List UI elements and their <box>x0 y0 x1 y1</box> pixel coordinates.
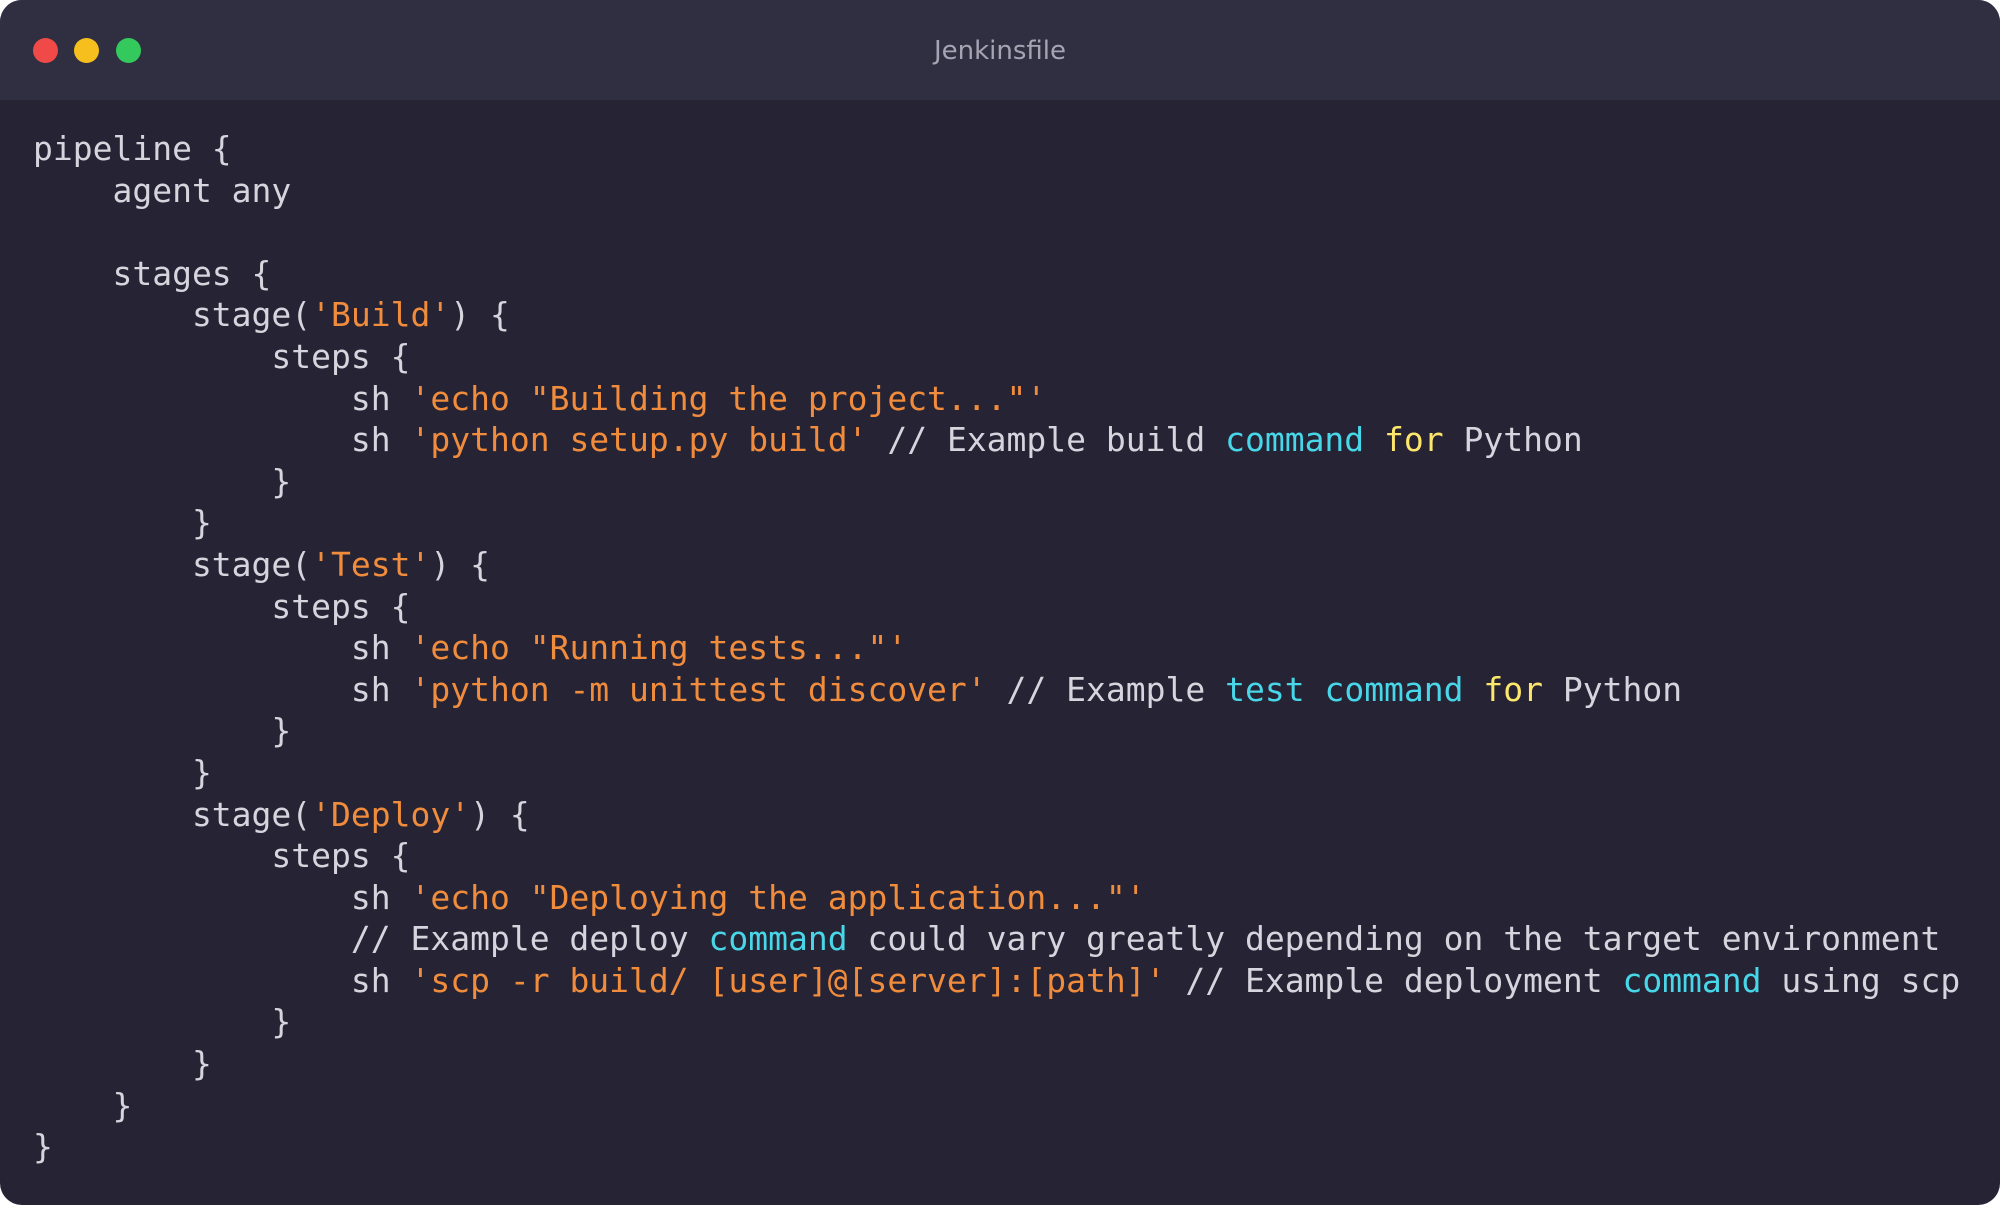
code-line: sh 'echo "Deploying the application..."' <box>33 877 1960 919</box>
code-text: // Example <box>986 669 1226 709</box>
code-text: } <box>33 1085 133 1125</box>
code-line: stage('Deploy') { <box>33 794 1960 836</box>
code-text: sh <box>33 378 411 418</box>
code-line: pipeline { <box>33 128 1960 170</box>
code-text: pipeline { <box>33 129 232 168</box>
code-text: stage( <box>33 295 312 335</box>
window-title: Jenkinsfile <box>933 36 1067 66</box>
code-line: sh 'echo "Running tests..."' <box>33 627 1960 669</box>
code-text: // Example deployment <box>1165 960 1623 1000</box>
code-string: 'Test' <box>311 544 431 584</box>
code-text: using scp <box>1761 960 1961 1000</box>
code-line: // Example deploy command could vary gre… <box>33 918 1960 960</box>
code-text: sh <box>33 669 411 709</box>
code-line: } <box>33 1085 1960 1127</box>
code-text: stage( <box>33 544 312 584</box>
code-text: steps { <box>33 836 411 876</box>
code-text: ) { <box>450 295 510 335</box>
code-text: sh <box>33 420 411 460</box>
code-line: steps { <box>33 586 1960 628</box>
code-text: } <box>33 1044 212 1084</box>
code-line: agent any <box>33 170 1960 212</box>
code-text: sh <box>33 628 411 668</box>
code-text: } <box>33 711 292 751</box>
code-text: sh <box>33 877 411 917</box>
code-keyword: command <box>708 919 848 959</box>
code-text: sh <box>33 960 411 1000</box>
code-string: 'python -m unittest discover' <box>410 669 987 709</box>
code-text: stage( <box>33 794 312 834</box>
code-keyword: command <box>1225 420 1365 460</box>
code-text: } <box>33 461 292 501</box>
code-text: } <box>33 503 212 543</box>
code-keyword: for <box>1483 669 1544 709</box>
code-text: ) { <box>430 544 490 584</box>
code-string: 'echo "Running tests..."' <box>410 628 908 668</box>
code-text: Python <box>1543 669 1683 709</box>
code-text: } <box>33 1127 53 1167</box>
code-line: sh 'python -m unittest discover' // Exam… <box>33 669 1960 711</box>
code-line: } <box>33 461 1960 503</box>
code-keyword: command <box>1324 669 1464 709</box>
code-window: Jenkinsfile pipeline { agent any stages … <box>0 0 2000 1205</box>
code-text: // Example build <box>867 420 1226 460</box>
code-string: 'echo "Deploying the application..."' <box>410 877 1146 917</box>
code-line: } <box>33 1001 1960 1043</box>
code-line: stages { <box>33 253 1960 295</box>
code-string: 'scp -r build/ [user]@[server]:[path]' <box>410 960 1166 1000</box>
code-keyword: test <box>1225 669 1305 709</box>
code-text: Python <box>1443 420 1583 460</box>
code-line: } <box>33 1043 1960 1085</box>
code-line: sh 'scp -r build/ [user]@[server]:[path]… <box>33 960 1960 1002</box>
code-text: stages { <box>33 253 272 293</box>
code-line: } <box>33 752 1960 794</box>
code-line: stage('Build') { <box>33 294 1960 336</box>
code-text: // Example deploy <box>33 919 709 959</box>
code-line: steps { <box>33 835 1960 877</box>
code-text: could vary greatly depending on the targ… <box>847 919 1941 959</box>
code-line: } <box>33 710 1960 752</box>
code-line: steps { <box>33 336 1960 378</box>
code-string: 'echo "Building the project..."' <box>410 378 1047 418</box>
code-editor[interactable]: pipeline { agent any stages { stage('Bui… <box>33 128 1960 1168</box>
code-line: } <box>33 502 1960 544</box>
window-titlebar[interactable]: Jenkinsfile <box>0 0 2000 100</box>
code-line: stage('Test') { <box>33 544 1960 586</box>
code-text: ) { <box>470 794 530 834</box>
code-keyword: for <box>1384 420 1444 460</box>
code-line: } <box>33 1126 1960 1168</box>
code-text: } <box>33 1002 292 1042</box>
code-text: } <box>33 752 212 792</box>
code-string: 'Build' <box>311 295 451 335</box>
code-string: 'python setup.py build' <box>410 420 868 460</box>
code-text: steps { <box>33 586 411 626</box>
code-text: agent any <box>33 170 292 210</box>
code-line: sh 'echo "Building the project..."' <box>33 378 1960 420</box>
code-keyword: command <box>1622 960 1762 1000</box>
code-line: sh 'python setup.py build' // Example bu… <box>33 419 1960 461</box>
code-string: 'Deploy' <box>311 794 471 834</box>
code-text: steps { <box>33 336 411 376</box>
